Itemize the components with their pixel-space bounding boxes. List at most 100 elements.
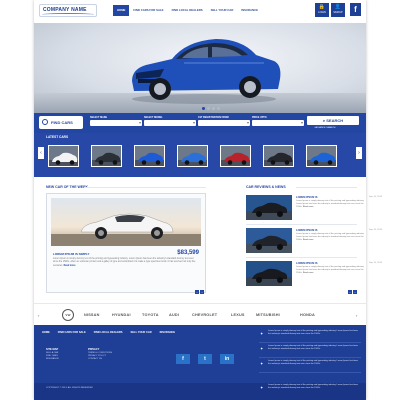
latest-car-thumbnail[interactable] bbox=[263, 145, 294, 167]
price-select-box[interactable] bbox=[252, 120, 304, 126]
footer-link[interactable]: TERMS & CONDITIONS bbox=[88, 352, 112, 354]
footer-link[interactable]: PRIVACY POLICY bbox=[88, 355, 112, 357]
footer-nav-insurance[interactable]: INSURANCE bbox=[160, 331, 175, 334]
footer-link[interactable]: CONTACT US bbox=[88, 358, 112, 360]
slide-dot[interactable] bbox=[217, 107, 220, 110]
brand-logo-hyundai[interactable]: HYUNDAI bbox=[112, 313, 131, 317]
registration-select[interactable]: 1ST REGISTRATION FROM bbox=[198, 116, 250, 126]
advanced-search-link[interactable]: › ADVANCE SEARCH bbox=[314, 127, 335, 129]
latest-car-thumbnail[interactable] bbox=[134, 145, 165, 167]
latest-car-thumbnail[interactable] bbox=[48, 145, 79, 167]
make-select-caption: SELECT MAKE bbox=[90, 116, 108, 119]
review-item[interactable]: LOREM IPSUM IS Sep 10, 2013 Lorem Ipsum … bbox=[246, 195, 387, 221]
footer-link[interactable]: SELL A CAR bbox=[46, 352, 59, 354]
featured-car-description: Lorem Ipsum is simply dummy text of the … bbox=[53, 258, 199, 268]
nav-item-insurance[interactable]: INSURANCE bbox=[237, 5, 262, 16]
make-select-box[interactable] bbox=[90, 120, 142, 126]
header: COMPANY NAME HOME FIND CARS FOR SALE FIN… bbox=[34, 0, 366, 23]
featured-next-icon[interactable]: › bbox=[200, 290, 204, 294]
make-select[interactable]: SELECT MAKE bbox=[90, 116, 142, 126]
brand-logo-lexus[interactable]: LEXUS bbox=[231, 313, 245, 317]
featured-prev-icon[interactable]: ‹ bbox=[195, 290, 199, 294]
nav-item-find-dealers[interactable]: FIND LOCAL DEALERS bbox=[168, 5, 207, 16]
brand-logo-audi[interactable]: AUDI bbox=[169, 313, 179, 317]
hero-car-image bbox=[132, 39, 281, 104]
tweet-text: Lorem Ipsum is simply dummy text of the … bbox=[268, 330, 358, 335]
reviews-prev-icon[interactable]: ‹ bbox=[348, 290, 352, 294]
slide-dot[interactable] bbox=[212, 107, 215, 110]
twitter-feed: ✦ Lorem Ipsum is simply dummy text of the… bbox=[259, 330, 361, 387]
footer-nav-find-cars[interactable]: FIND CARS FOR SALE bbox=[58, 331, 86, 334]
model-select[interactable]: SELECT MODEL bbox=[144, 116, 196, 126]
review-image bbox=[246, 195, 292, 220]
footer-col-sitemap: SITE MAP SELL A CAR FIND CARS INSURANCE bbox=[46, 348, 59, 360]
tweet-item[interactable]: ✦ Lorem Ipsum is simply dummy text of the… bbox=[259, 384, 361, 397]
footer-nav-sell-car[interactable]: SELL YOUR CAR bbox=[131, 331, 152, 334]
brand-logo-mitsubishi[interactable]: MITSUBISHI bbox=[256, 313, 280, 317]
footer-link[interactable]: FIND CARS bbox=[46, 355, 59, 357]
review-read-more-link[interactable]: Read more bbox=[303, 272, 314, 274]
tweet-item[interactable]: ✦ Lorem Ipsum is simply dummy text of the… bbox=[259, 360, 361, 373]
model-select-box[interactable] bbox=[144, 120, 196, 126]
login-button[interactable]: 🔒 LOGIN bbox=[315, 3, 329, 17]
review-read-more-link[interactable]: Read more bbox=[303, 239, 314, 241]
footer-nav-find-dealers[interactable]: FIND LOCAL DEALERS bbox=[94, 331, 123, 334]
twitter-icon[interactable]: t bbox=[198, 354, 212, 364]
brands-prev-icon[interactable]: ‹ bbox=[38, 313, 43, 318]
latest-car-thumbnail[interactable] bbox=[220, 145, 251, 167]
linkedin-icon[interactable]: in bbox=[220, 354, 234, 364]
review-title: LOREM IPSUM IS bbox=[296, 196, 318, 199]
registration-select-box[interactable] bbox=[198, 120, 250, 126]
divider bbox=[296, 187, 357, 188]
nav-item-sell-car[interactable]: SELL YOUR CAR bbox=[207, 5, 238, 16]
reviews-next-icon[interactable]: › bbox=[353, 290, 357, 294]
twitter-bird-icon: ✦ bbox=[260, 346, 264, 351]
latest-car-thumbnail[interactable] bbox=[91, 145, 122, 167]
nav-item-home[interactable]: HOME bbox=[113, 5, 130, 16]
lock-icon: 🔒 bbox=[318, 4, 326, 10]
twitter-bird-icon: ✦ bbox=[260, 385, 264, 390]
user-icon: 👤 bbox=[334, 4, 342, 10]
login-label: LOGIN bbox=[318, 11, 326, 14]
signup-button[interactable]: 👤 SIGNUP bbox=[331, 3, 345, 17]
brand-logo-nissan[interactable]: NISSAN bbox=[84, 313, 100, 317]
review-read-more-link[interactable]: Read more bbox=[303, 206, 314, 208]
tweet-text: Lorem Ipsum is simply dummy text of the … bbox=[268, 384, 358, 389]
carousel-next-icon[interactable]: › bbox=[356, 147, 362, 159]
brand-logo-vw[interactable]: VW bbox=[62, 309, 74, 321]
review-item[interactable]: LOREM IPSUM IS Sep 10, 2013 Lorem Ipsum … bbox=[246, 261, 387, 287]
find-cars-tab[interactable]: FIND CARS bbox=[39, 116, 83, 129]
brands-next-icon[interactable]: › bbox=[356, 313, 361, 318]
footer-link[interactable]: INSURANCE bbox=[46, 358, 59, 360]
slide-indicators bbox=[202, 107, 220, 110]
tweet-item[interactable]: ✦ Lorem Ipsum is simply dummy text of the… bbox=[259, 330, 361, 343]
price-select[interactable]: PRICE UPTO bbox=[252, 116, 304, 126]
signup-label: SIGNUP bbox=[333, 11, 343, 14]
divider bbox=[246, 224, 357, 225]
brand-logo-toyota[interactable]: TOYOTA bbox=[142, 313, 159, 317]
tweet-item[interactable]: ✦ Lorem Ipsum is simply dummy text of the… bbox=[259, 345, 361, 358]
facebook-icon[interactable]: f bbox=[350, 3, 361, 16]
footer: HOME FIND CARS FOR SALE FIND LOCAL DEALE… bbox=[34, 325, 366, 400]
twitter-bird-icon: ✦ bbox=[260, 361, 264, 366]
nav-item-find-cars[interactable]: FIND CARS FOR SALE bbox=[129, 5, 167, 16]
search-button[interactable]: ⌕ SEARCH bbox=[307, 116, 359, 125]
search-bar: FIND CARS SELECT MAKE SELECT MODEL 1ST R… bbox=[34, 113, 366, 133]
latest-car-thumbnail[interactable] bbox=[177, 145, 208, 167]
brand-logo-honda[interactable]: HONDA bbox=[300, 313, 315, 317]
latest-car-thumbnail[interactable] bbox=[306, 145, 337, 167]
carousel-prev-icon[interactable]: ‹ bbox=[38, 147, 44, 159]
brand-logo-chevrolet[interactable]: CHEVROLET bbox=[192, 313, 217, 317]
find-cars-label: FIND CARS bbox=[51, 120, 73, 125]
facebook-icon[interactable]: f bbox=[176, 354, 190, 364]
featured-car-image bbox=[51, 198, 201, 246]
slide-dot[interactable] bbox=[202, 107, 205, 110]
review-item[interactable]: LOREM IPSUM IS Sep 10, 2013 Lorem Ipsum … bbox=[246, 228, 387, 254]
featured-read-more-link[interactable]: Read more bbox=[64, 265, 76, 267]
company-logo[interactable]: COMPANY NAME bbox=[39, 4, 97, 17]
footer-nav-home[interactable]: HOME bbox=[42, 331, 50, 334]
featured-car-card[interactable]: LOREM IPSUM IS SIMPLY $83,599 Lorem Ipsu… bbox=[46, 193, 206, 293]
slide-dot[interactable] bbox=[207, 107, 210, 110]
latest-cars-title: LATEST CARS bbox=[46, 135, 69, 139]
footer-col-privacy: PRIVACY TERMS & CONDITIONS PRIVACY POLIC… bbox=[88, 348, 112, 360]
